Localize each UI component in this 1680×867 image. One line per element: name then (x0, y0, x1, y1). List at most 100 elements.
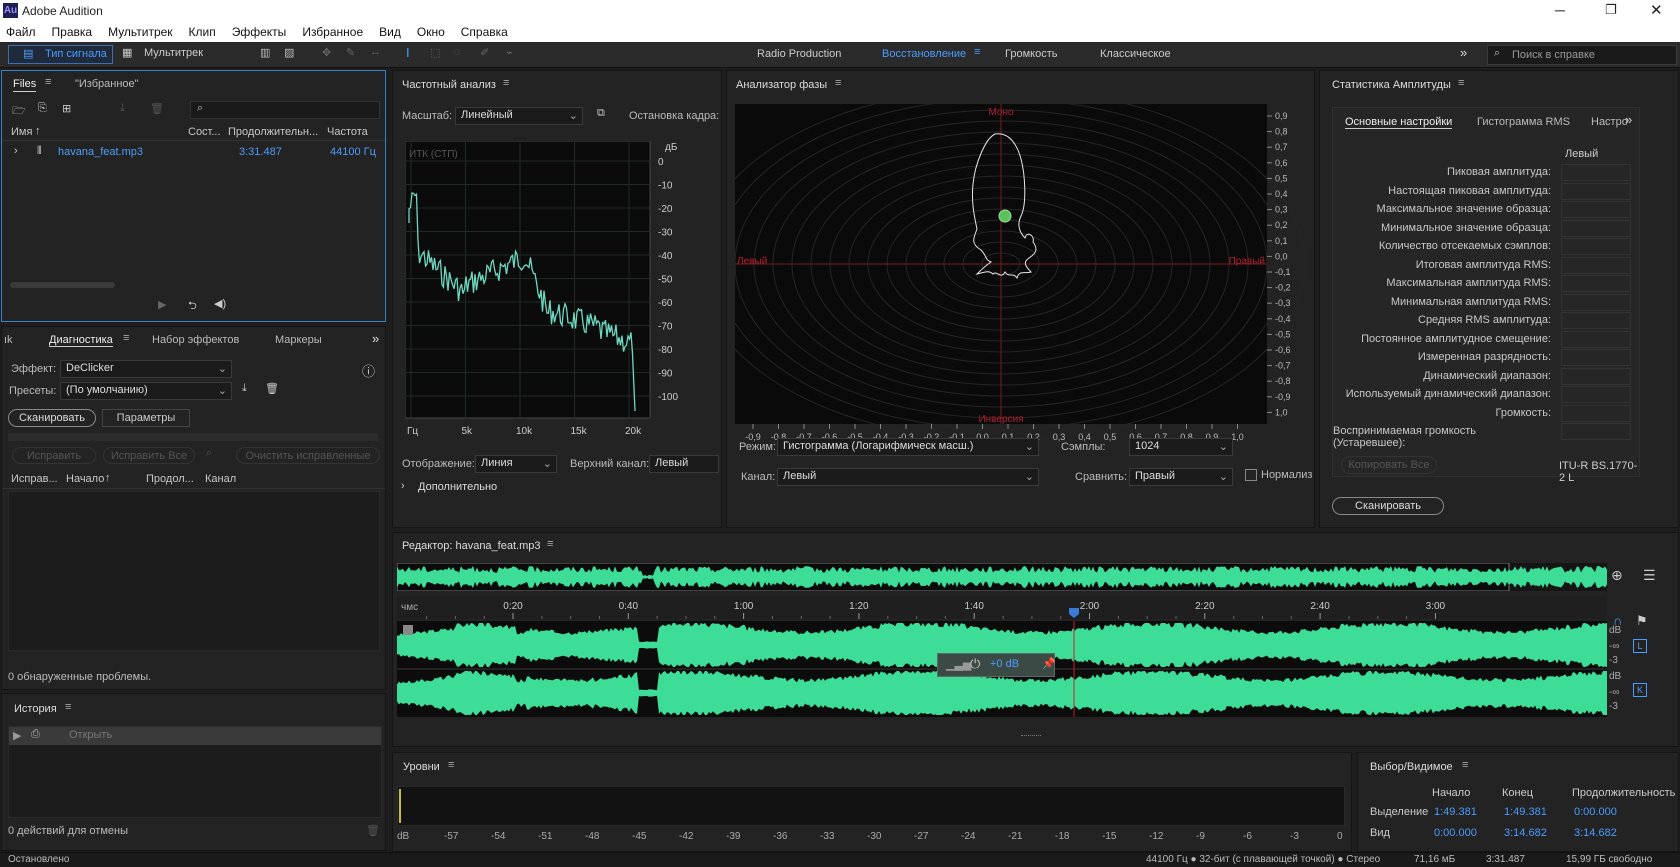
file-row[interactable]: › ⫴ havana_feat.mp3 3:31.487 44100 Гц (2, 145, 385, 163)
waveform-view-button[interactable]: ▤ Тип сигнала (8, 45, 113, 64)
scan-button[interactable]: Сканировать (8, 409, 96, 427)
play-icon[interactable]: ▶ (158, 298, 166, 311)
menu-item[interactable]: Правка (52, 25, 93, 39)
mode-select[interactable]: Гистограмма (Логарифмическ масш.) ⌄ (777, 438, 1039, 456)
save-preset-icon[interactable]: ⤓ (242, 382, 247, 395)
menu-item[interactable]: Эффекты (232, 25, 287, 39)
levels-menu-icon[interactable]: ≡ (448, 759, 454, 771)
pin-icon[interactable]: 📌 (1042, 657, 1056, 670)
gain-hud[interactable]: ▁▃▅ ⏻ +0 dB 📌 (937, 653, 1056, 677)
lasso-tool-icon[interactable]: ◌ (454, 46, 461, 58)
column-start[interactable]: Начало (66, 473, 104, 485)
marquee-tool-icon[interactable]: ⬚ (430, 46, 440, 59)
freeze-frame-icon[interactable]: ⧉ (597, 107, 605, 120)
minimize-icon[interactable]: ─ (1555, 2, 1565, 18)
history-item[interactable]: ▶ ⎙ Открыть (9, 727, 381, 745)
loop-icon[interactable]: ⮌ (188, 297, 197, 316)
menu-item[interactable]: Мультитрек (108, 25, 172, 39)
expand-icon[interactable]: › (401, 480, 405, 492)
delete-icon[interactable]: 🗑 (150, 102, 164, 115)
advanced-toggle[interactable]: Дополнительно (418, 481, 497, 493)
tab-rms-histogram[interactable]: Гистограмма RMS (1477, 116, 1570, 128)
menu-item[interactable]: Вид (379, 25, 401, 39)
selection-end[interactable]: 1:49.381 (1504, 806, 1547, 818)
new-file-icon[interactable]: ⊞ (62, 102, 71, 115)
autoplay-icon[interactable]: ◀) (214, 297, 226, 310)
menu-item[interactable]: Файл (6, 25, 36, 39)
tab-diagnostics[interactable]: Диагностика (49, 334, 113, 347)
overview-waveform[interactable] (397, 563, 1607, 591)
display-select[interactable]: Линия ⌄ (475, 455, 557, 473)
column-rate[interactable]: Частота (327, 126, 368, 138)
more-tabs-icon[interactable]: » (1625, 112, 1632, 127)
view-options-icon[interactable]: ☰ (1643, 567, 1656, 584)
column-duration[interactable]: Продолжительн... (228, 126, 318, 138)
close-icon[interactable]: ✕ (1650, 1, 1663, 19)
menu-item[interactable]: Клип (189, 25, 216, 39)
preset-select[interactable]: (По умолчанию) ⌄ (60, 382, 232, 400)
spectral-icon[interactable]: ▥ (260, 46, 270, 59)
view-start[interactable]: 0:00.000 (1434, 827, 1477, 839)
fade-in-handle[interactable] (403, 625, 413, 635)
normalize-checkbox[interactable] (1245, 469, 1257, 481)
zoom-icon[interactable]: ⌕ (206, 447, 212, 460)
move-tool-icon[interactable]: ✥ (322, 46, 331, 59)
compare-select[interactable]: Правый ⌄ (1129, 468, 1233, 486)
files-menu-icon[interactable]: ≡ (45, 76, 51, 88)
timeline-ruler[interactable]: чмс 0:20 0:40 1:00 1:20 1:40 2:00 2:20 2:40 3:00 (397, 597, 1607, 619)
files-search-input[interactable]: ⌕ (190, 101, 380, 119)
tab-markers[interactable]: Маркеры (275, 334, 322, 346)
splitter-grip[interactable] (8, 433, 378, 441)
import-icon[interactable]: ⎘ (38, 102, 47, 115)
workspace-menu-icon[interactable]: ≡ (974, 46, 980, 58)
brush-tool-icon[interactable]: ✐ (480, 46, 489, 59)
editor-resize-grip[interactable] (1021, 735, 1041, 738)
samples-select[interactable]: 1024 ⌄ (1129, 438, 1233, 456)
selection-start[interactable]: 1:49.381 (1434, 806, 1477, 818)
right-channel-toggle[interactable]: K (1633, 683, 1647, 697)
view-end[interactable]: 3:14.682 (1504, 827, 1547, 839)
workspace-radio-production[interactable]: Radio Production (757, 48, 841, 60)
razor-tool-icon[interactable]: ✎ (346, 46, 355, 59)
workspace-restoration[interactable]: Восстановление (882, 48, 966, 60)
workspace-loudness[interactable]: Громкость (1005, 48, 1057, 60)
tab-basic-settings[interactable]: Основные настройки (1345, 116, 1453, 129)
maximize-icon[interactable]: ❐ (1605, 2, 1617, 18)
spot-healing-icon[interactable]: ⌁ (506, 46, 513, 59)
effect-select[interactable]: DeClicker ⌄ (60, 360, 232, 378)
expand-icon[interactable]: › (14, 145, 18, 157)
clear-fixed-button[interactable]: Очистить исправленные (236, 447, 380, 464)
amplitude-menu-icon[interactable]: ≡ (1458, 77, 1464, 89)
column-fix[interactable]: Исправ... (11, 473, 58, 485)
column-status[interactable]: Сост... (188, 126, 221, 138)
slip-tool-icon[interactable]: ↔ (370, 46, 381, 58)
history-menu-icon[interactable]: ≡ (65, 701, 71, 713)
insert-icon[interactable]: ⤓ (120, 102, 125, 115)
tab-effects-rack[interactable]: Набор эффектов (152, 334, 239, 346)
tab-files[interactable]: Files (13, 78, 37, 92)
zoom-fit-icon[interactable]: ⊕ (1611, 567, 1623, 584)
more-workspaces-icon[interactable]: » (1460, 45, 1467, 60)
selection-menu-icon[interactable]: ≡ (1462, 759, 1468, 771)
channel-select[interactable]: Левый ⌄ (777, 468, 1039, 486)
more-tabs-icon[interactable]: » (372, 331, 379, 346)
column-channel[interactable]: Канал (205, 473, 236, 485)
tab-cut[interactable]: ık (4, 334, 13, 346)
view-duration[interactable]: 3:14.682 (1574, 827, 1617, 839)
menu-item[interactable]: Справка (461, 25, 508, 39)
frequency-menu-icon[interactable]: ≡ (503, 77, 509, 89)
column-length[interactable]: Продол... (146, 473, 194, 485)
phase-menu-icon[interactable]: ≡ (835, 77, 841, 89)
tab-settings[interactable]: Настро (1591, 116, 1628, 128)
files-scrollbar[interactable] (10, 282, 115, 288)
pitch-icon[interactable]: ▨ (284, 46, 294, 59)
gain-knob-icon[interactable]: ⏻ (970, 656, 980, 672)
params-button[interactable]: Параметры (102, 409, 190, 427)
delete-history-icon[interactable]: 🗑 (366, 824, 380, 837)
delete-preset-icon[interactable]: 🗑 (265, 382, 279, 395)
time-selection-tool-icon[interactable]: I (406, 45, 410, 60)
column-name[interactable]: Имя (11, 126, 32, 138)
copy-all-button[interactable]: Копировать Все (1341, 456, 1437, 474)
info-icon[interactable]: ⓘ (362, 361, 375, 380)
top-channel-select[interactable]: Левый (649, 455, 719, 473)
